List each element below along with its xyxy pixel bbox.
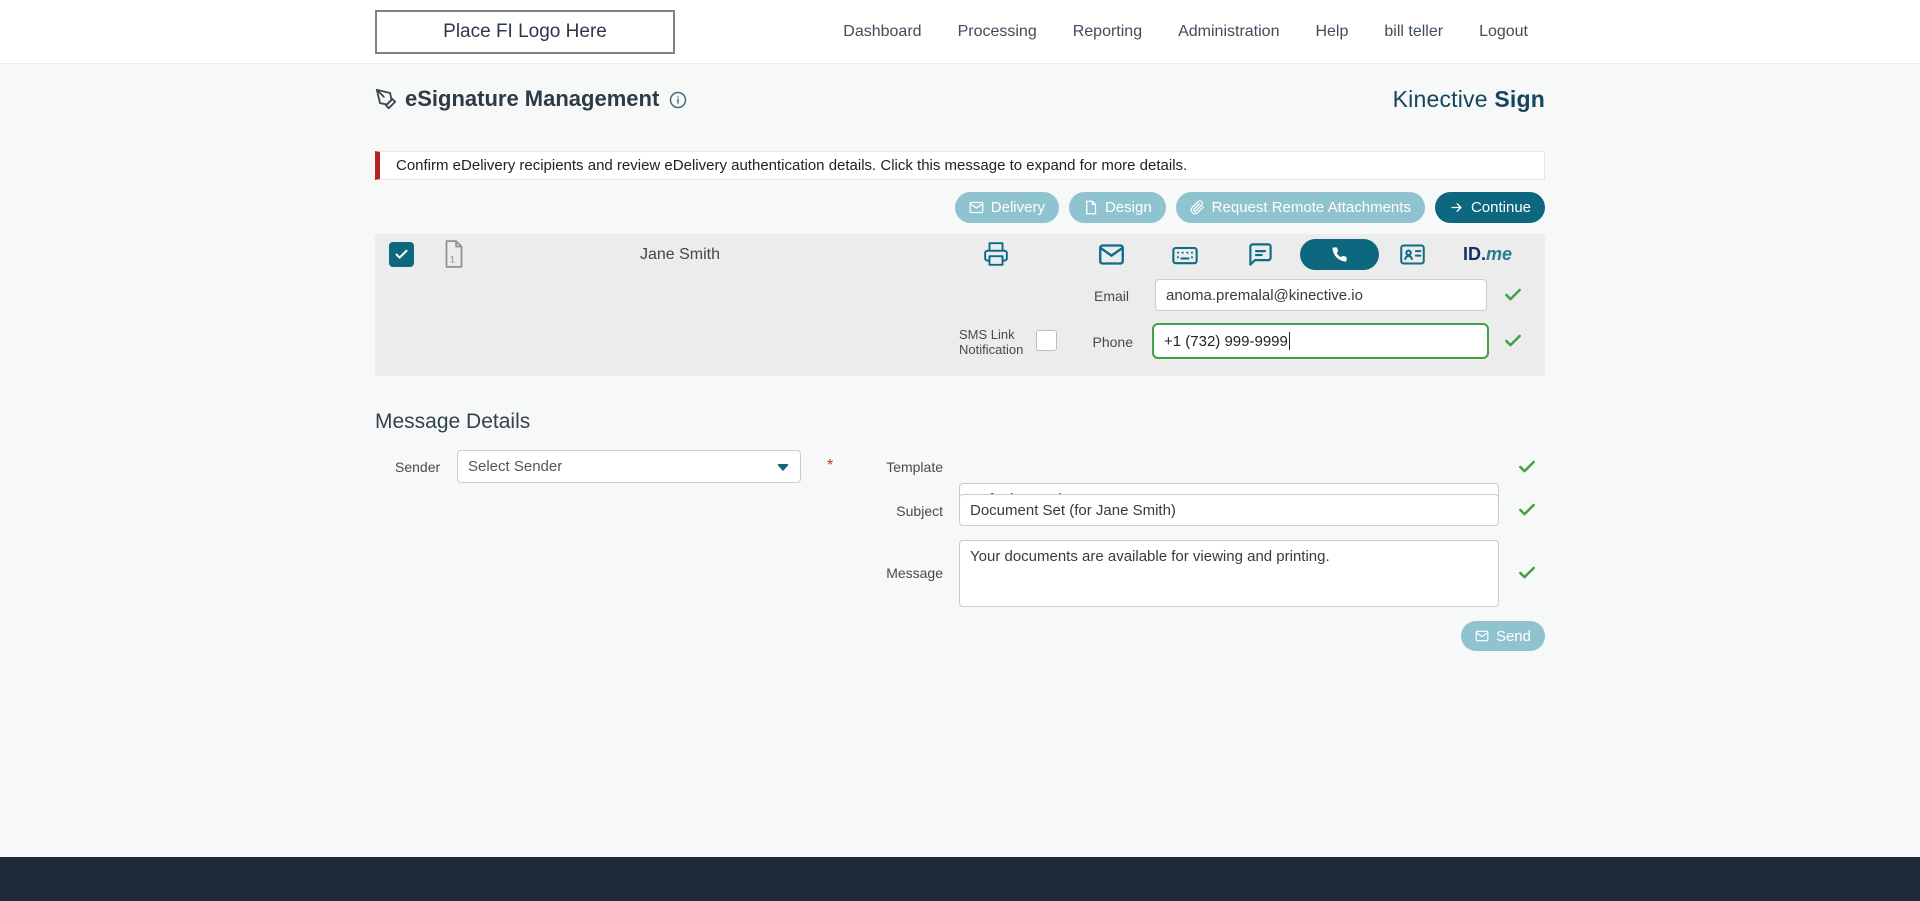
phone-valid-check-icon (1505, 334, 1521, 347)
file-design-icon (1086, 200, 1097, 215)
request-remote-attachments-label: Request Remote Attachments (1211, 199, 1411, 216)
main-area: eSignature Management Kinective Sign Con… (0, 64, 1920, 857)
contact-card-icon[interactable] (1399, 241, 1426, 268)
idme-me-text: me (1486, 244, 1513, 264)
svg-text:1: 1 (450, 255, 455, 266)
email-input[interactable] (1155, 279, 1487, 311)
arrow-right-icon (1451, 203, 1462, 212)
nav-item-help[interactable]: Help (1315, 23, 1348, 41)
design-button[interactable]: Design (1068, 192, 1166, 223)
sender-dropdown-value: Select Sender (468, 458, 563, 475)
sms-chat-icon[interactable] (1247, 241, 1274, 268)
nav-item-administration[interactable]: Administration (1178, 23, 1279, 41)
info-icon[interactable] (669, 91, 687, 109)
sms-link-notification-checkbox[interactable] (1036, 330, 1057, 351)
recipient-checkbox[interactable] (389, 242, 414, 267)
continue-button[interactable]: Continue (1434, 192, 1545, 223)
nav-links: Dashboard Processing Reporting Administr… (843, 23, 1528, 41)
template-valid-check-icon (1519, 460, 1535, 473)
subject-valid-check-icon (1519, 503, 1535, 516)
sender-required-marker: * (827, 457, 834, 474)
sms-link-notification-label: SMS Link Notification (959, 327, 1024, 358)
delivery-button-label: Delivery (990, 199, 1045, 216)
send-button-label: Send (1495, 627, 1531, 645)
design-button-label: Design (1104, 199, 1152, 216)
chevron-down-icon (777, 464, 789, 471)
nav-item-user[interactable]: bill teller (1384, 23, 1443, 41)
page-title: eSignature Management (405, 86, 660, 111)
delivery-button[interactable]: Delivery (954, 192, 1059, 223)
kinective-sign-logo: Kinective Sign (1393, 86, 1545, 113)
paperclip-icon (1190, 200, 1204, 215)
recipient-name: Jane Smith (639, 246, 721, 263)
subject-input[interactable] (959, 494, 1499, 526)
sender-dropdown[interactable]: Select Sender (457, 450, 801, 483)
nav-item-logout[interactable]: Logout (1479, 23, 1528, 41)
edelivery-alert-banner[interactable]: Confirm eDelivery recipients and review … (375, 151, 1545, 180)
signature-pen-icon (375, 88, 397, 110)
message-textarea[interactable]: Your documents are available for viewing… (959, 540, 1499, 607)
phone-input[interactable]: +1 (732) 999-9999 (1152, 323, 1489, 359)
idme-id-text: ID. (1463, 244, 1487, 264)
fi-logo-placeholder: Place FI Logo Here (375, 9, 675, 54)
alert-text: Confirm eDelivery recipients and review … (396, 157, 1188, 174)
envelope-icon (969, 201, 984, 214)
message-details-heading: Message Details (375, 410, 531, 433)
subject-label: Subject (896, 503, 943, 519)
message-valid-check-icon (1519, 566, 1535, 579)
nav-item-dashboard[interactable]: Dashboard (843, 23, 921, 41)
footer-bar (0, 857, 1920, 901)
checkbox-check-icon (395, 249, 408, 259)
email-valid-check-icon (1505, 288, 1521, 301)
brand-product: Sign (1494, 85, 1545, 112)
email-method-icon[interactable] (1098, 241, 1125, 268)
keyboard-access-code-icon[interactable] (1171, 241, 1199, 269)
envelope-icon (1475, 630, 1489, 642)
phone-label: Phone (1092, 334, 1133, 350)
request-remote-attachments-button[interactable]: Request Remote Attachments (1175, 192, 1425, 223)
brand-name: Kinective (1392, 85, 1488, 112)
email-label: Email (1093, 288, 1129, 304)
text-cursor (1288, 332, 1291, 350)
idme-method-icon[interactable]: ID.me (1463, 244, 1512, 265)
continue-button-label: Continue (1470, 199, 1531, 216)
nav-item-reporting[interactable]: Reporting (1073, 23, 1142, 41)
nav-item-processing[interactable]: Processing (958, 23, 1037, 41)
message-label: Message (886, 565, 943, 581)
phone-icon (1332, 247, 1347, 262)
sender-label: Sender (395, 459, 441, 475)
document-icon[interactable]: 1 (441, 239, 467, 269)
send-button[interactable]: Send (1460, 621, 1545, 651)
fi-logo-text: Place FI Logo Here (443, 20, 607, 42)
print-icon[interactable] (983, 241, 1009, 267)
template-label: Template (886, 459, 943, 475)
message-details-form: Sender Select Sender * Template Default … (375, 450, 1545, 660)
recipient-row: 1 Jane Smith ID.me Email SMS Link Notifi… (375, 234, 1545, 376)
phone-method-selected-chip[interactable] (1300, 239, 1379, 270)
page-header: eSignature Management Kinective Sign (375, 84, 1545, 114)
phone-input-value: +1 (732) 999-9999 (1164, 332, 1288, 350)
action-toolbar: Delivery Design Request Remote Attachmen… (375, 192, 1545, 223)
top-nav: Place FI Logo Here Dashboard Processing … (0, 0, 1920, 64)
